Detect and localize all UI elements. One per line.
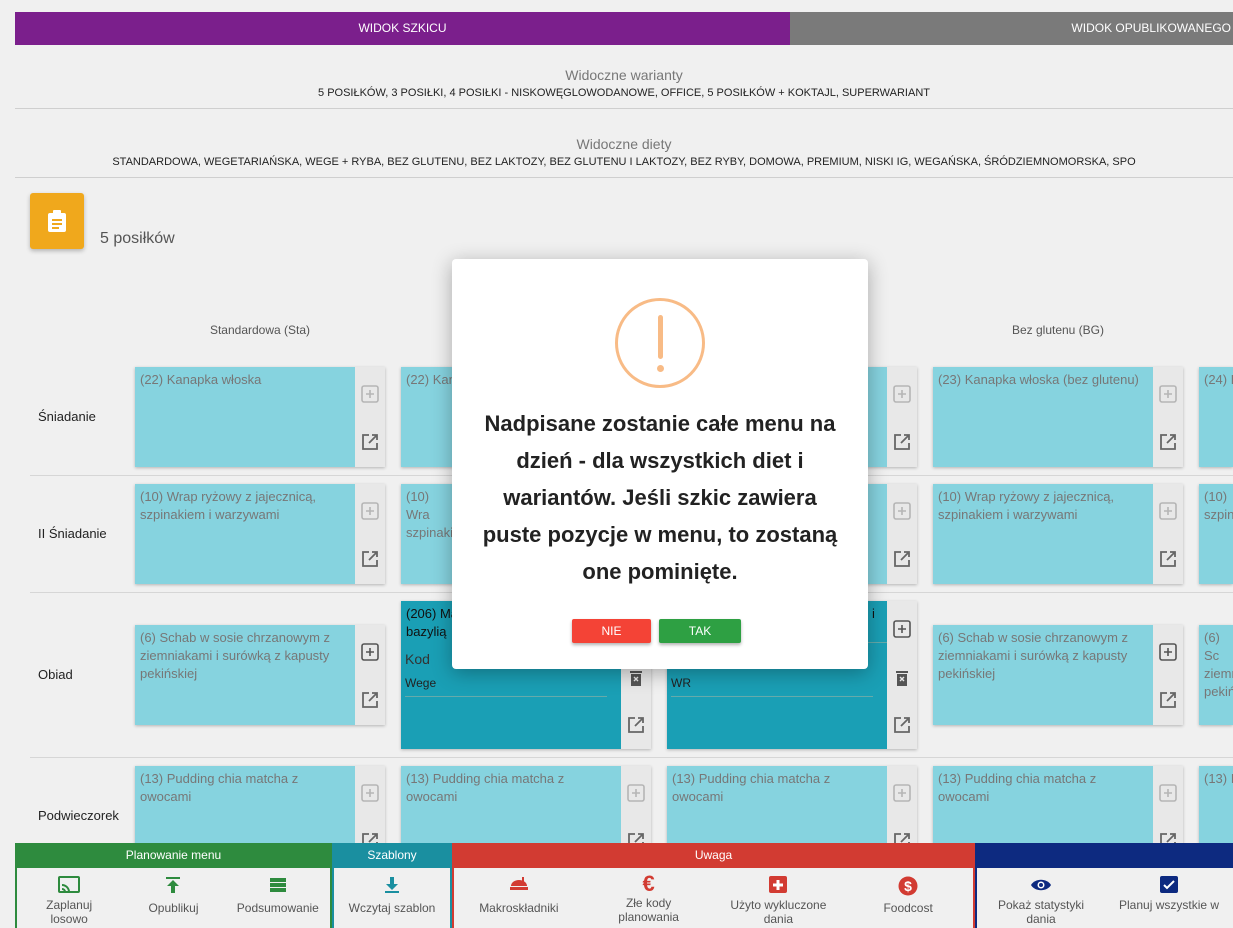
warning-icon <box>615 298 705 388</box>
confirm-button[interactable]: TAK <box>659 619 741 643</box>
confirm-dialog: Nadpisane zostanie całe menu na dzień - … <box>452 259 868 669</box>
cancel-button[interactable]: NIE <box>572 619 651 643</box>
dialog-message: Nadpisane zostanie całe menu na dzień - … <box>482 411 838 584</box>
